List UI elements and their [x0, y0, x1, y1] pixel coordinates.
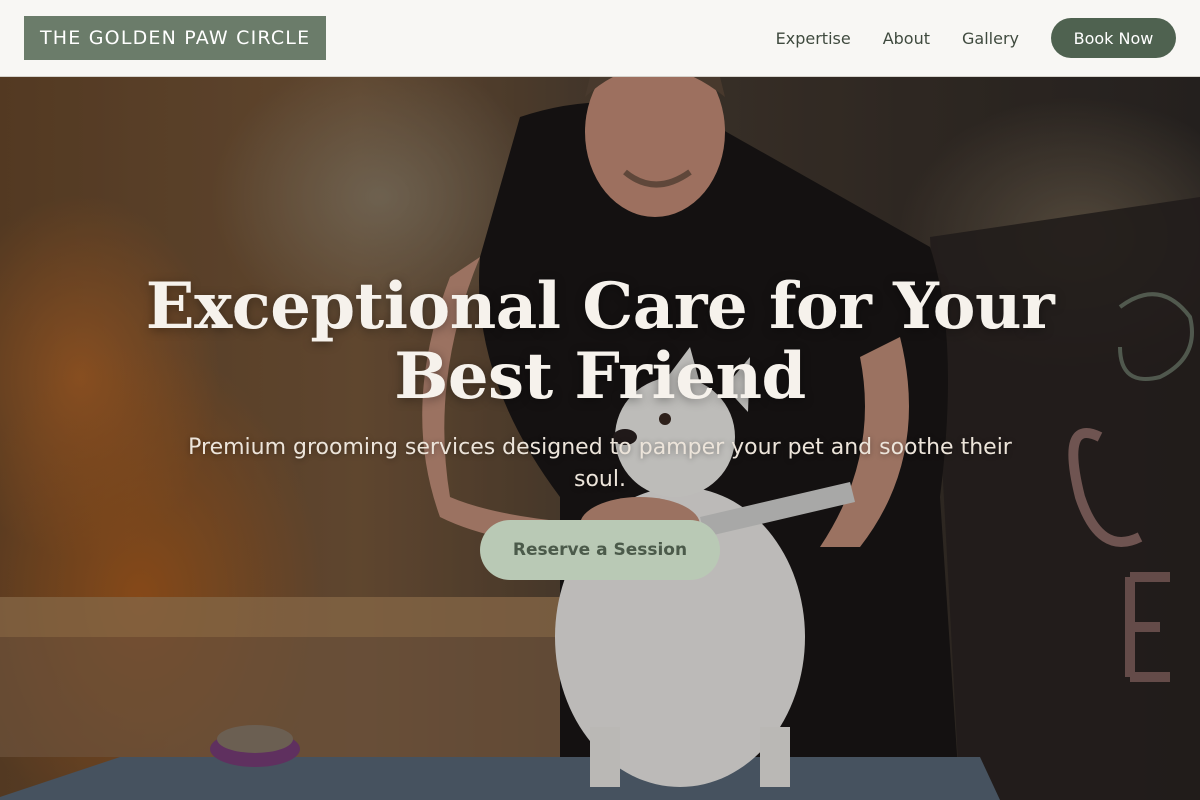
reserve-session-button[interactable]: Reserve a Session [480, 520, 720, 580]
nav-link-gallery[interactable]: Gallery [962, 29, 1019, 48]
main-nav: Expertise About Gallery Book Now [776, 18, 1176, 58]
book-now-button[interactable]: Book Now [1051, 18, 1176, 58]
nav-link-expertise[interactable]: Expertise [776, 29, 851, 48]
site-header: THE GOLDEN PAW CIRCLE Expertise About Ga… [0, 0, 1200, 77]
hero-subtitle: Premium grooming services designed to pa… [188, 435, 1012, 492]
hero-section: Exceptional Care for Your Best Friend Pr… [0, 77, 1200, 800]
hero-title: Exceptional Care for Your Best Friend [145, 269, 1055, 414]
brand-logo[interactable]: THE GOLDEN PAW CIRCLE [24, 16, 327, 60]
nav-link-about[interactable]: About [883, 29, 930, 48]
hero-content: Exceptional Care for Your Best Friend Pr… [0, 272, 1200, 580]
